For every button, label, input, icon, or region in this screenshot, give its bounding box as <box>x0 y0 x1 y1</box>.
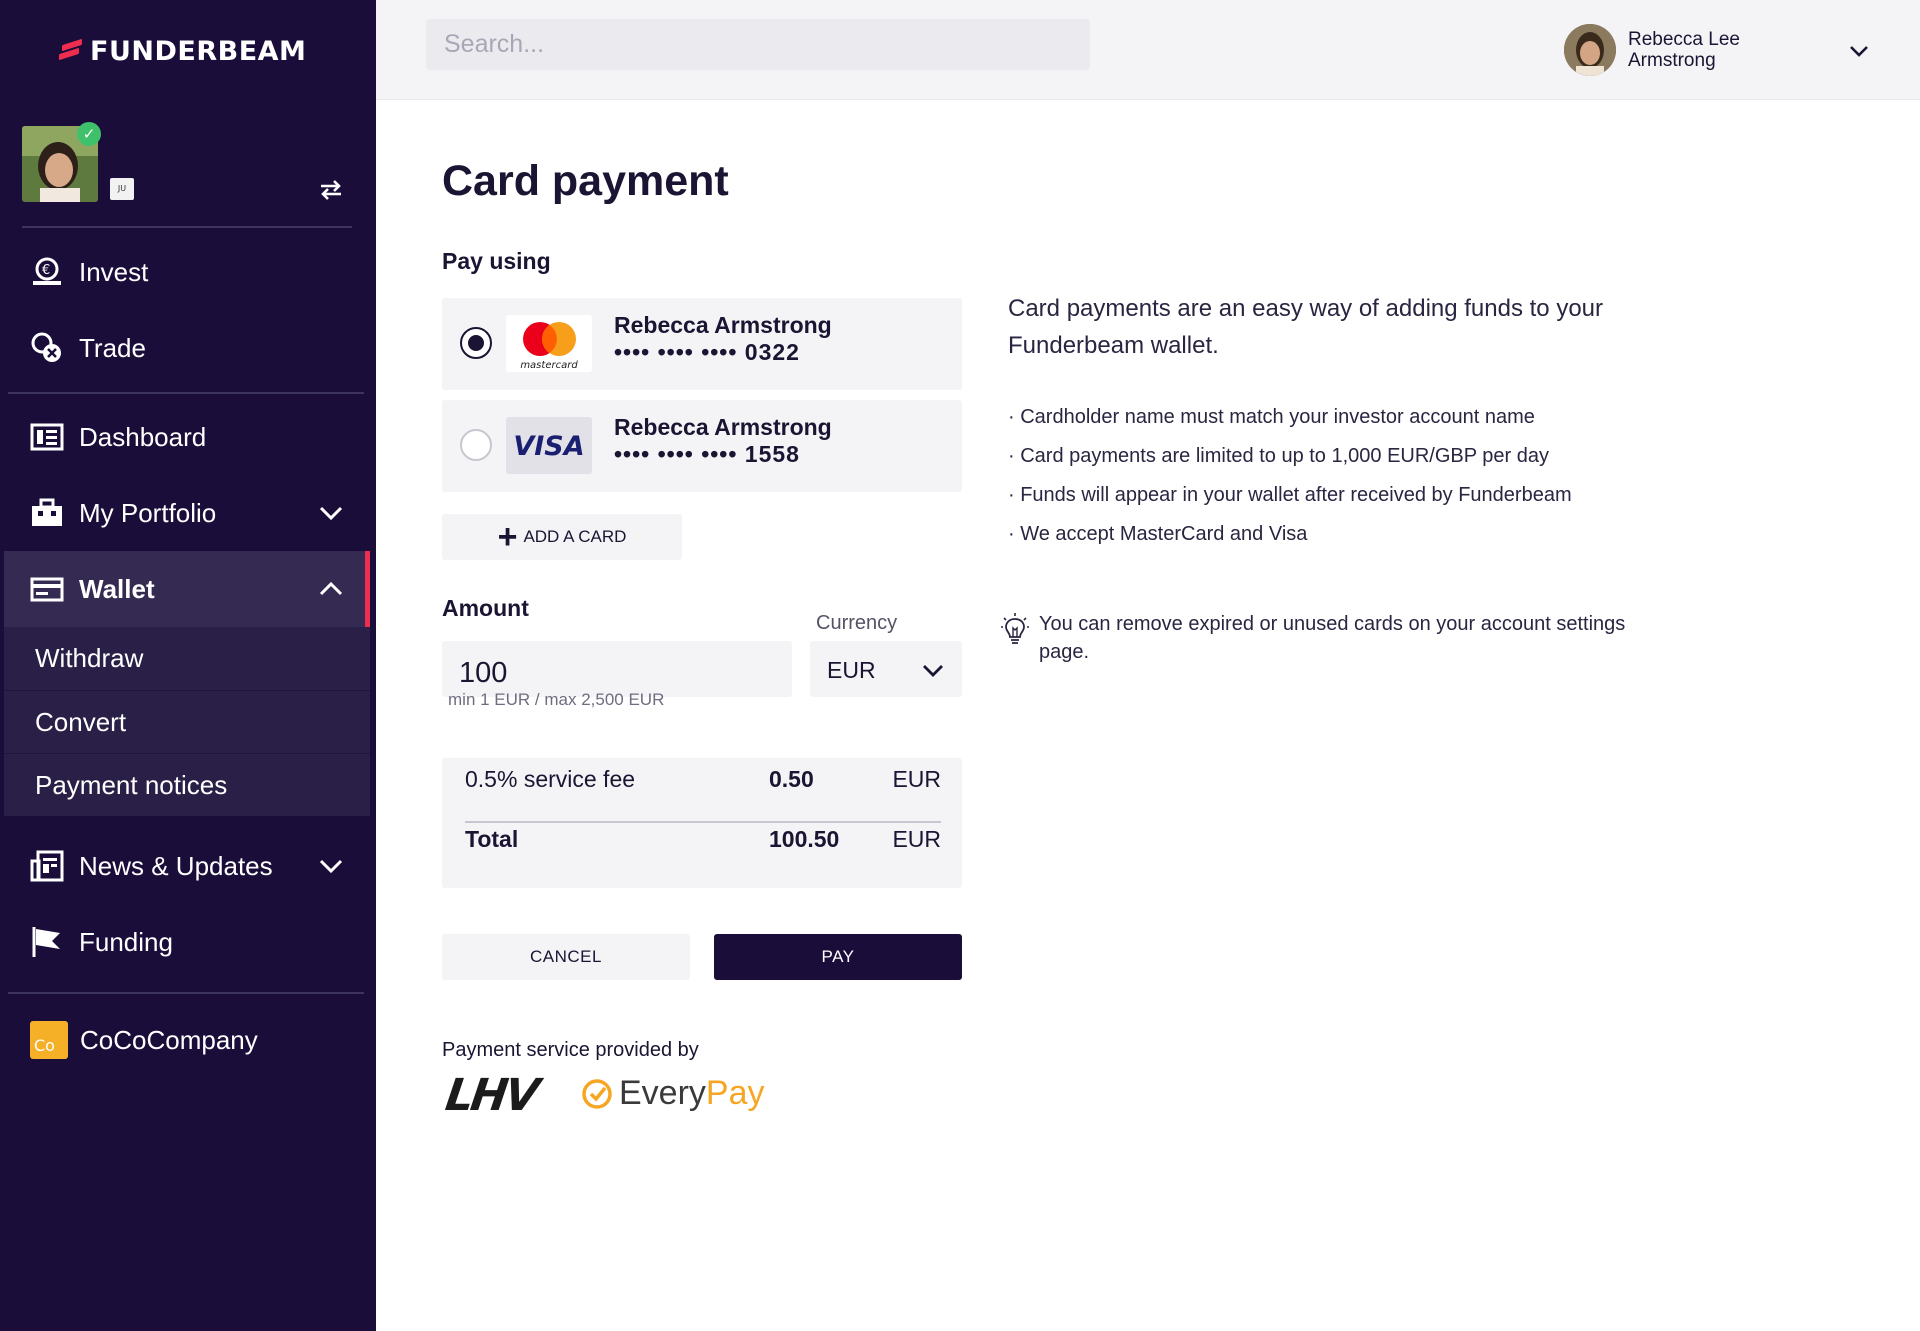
info-panel: Card payments are an easy way of adding … <box>1008 290 1708 554</box>
currency-label: Currency <box>816 612 898 634</box>
wallet-submenu: Withdraw Convert Payment notices <box>4 627 370 816</box>
card-radio-selected[interactable] <box>460 327 492 359</box>
wallet-icon <box>30 577 64 602</box>
dashboard-icon <box>30 423 64 451</box>
profile-badge: JU <box>110 178 134 200</box>
sidebar-item-label: Funding <box>79 926 173 957</box>
user-menu[interactable]: Rebecca Lee Armstrong <box>1564 24 1884 78</box>
fee-value: 0.50 <box>769 766 814 792</box>
sidebar-item-invest[interactable]: € Invest <box>0 234 376 310</box>
news-icon <box>30 850 64 882</box>
flag-icon <box>32 927 60 957</box>
card-option-mastercard[interactable]: mastercard Rebecca Armstrong •••• •••• •… <box>442 298 962 390</box>
total-label: Total <box>465 826 519 852</box>
chevron-down-icon <box>319 506 343 521</box>
lightbulb-icon <box>1001 613 1029 644</box>
visa-icon: VISA <box>506 417 592 474</box>
sidebar-item-label: Trade <box>79 332 146 363</box>
amount-label: Amount <box>442 595 529 621</box>
currency-value: EUR <box>827 657 876 683</box>
total-currency: EUR <box>892 826 941 852</box>
company-name: CoCoCompany <box>80 1024 258 1055</box>
add-card-button[interactable]: + ADD A CARD <box>442 514 682 560</box>
info-intro: Card payments are an easy way of adding … <box>1008 295 1604 359</box>
trade-icon <box>31 332 61 362</box>
submenu-item-convert[interactable]: Convert <box>4 690 370 753</box>
profile-section: ✓ JU <box>22 122 352 228</box>
main-content: Card payment Pay using mastercard Rebecc… <box>376 100 1920 1331</box>
sidebar-item-label: Invest <box>79 256 149 287</box>
amount-hint: min 1 EUR / max 2,500 EUR <box>448 690 665 709</box>
verified-check-icon: ✓ <box>77 122 101 146</box>
info-bullets: Cardholder name must match your investor… <box>1008 398 1708 554</box>
cancel-button[interactable]: CANCEL <box>442 934 690 980</box>
card-radio[interactable] <box>460 429 492 461</box>
everypay-logo: EveryPay <box>581 1074 765 1113</box>
total-value: 100.50 <box>769 826 840 852</box>
info-bullet: Funds will appear in your wallet after r… <box>1008 476 1708 515</box>
sidebar-item-dashboard[interactable]: Dashboard <box>0 399 376 475</box>
pay-button[interactable]: PAY <box>714 934 962 980</box>
everypay-check-icon <box>582 1078 612 1109</box>
fee-label: 0.5% service fee <box>465 766 636 792</box>
info-bullet: Card payments are limited to up to 1,000… <box>1008 437 1708 476</box>
briefcase-icon <box>32 498 62 526</box>
funderbeam-logo[interactable]: FUNDERBEAM <box>59 36 307 67</box>
sidebar-divider <box>8 392 364 394</box>
pay-using-label: Pay using <box>442 248 551 274</box>
svg-text:mastercard: mastercard <box>520 360 578 371</box>
fee-summary: 0.5% service fee 0.50 EUR Total 100.50 E… <box>442 758 962 888</box>
everypay-every: Every <box>619 1074 706 1112</box>
card-number: •••• •••• •••• 1558 <box>614 441 800 467</box>
submenu-item-payment-notices[interactable]: Payment notices <box>4 753 370 816</box>
company-logo: Co <box>30 1021 68 1059</box>
card-option-visa[interactable]: VISA Rebecca Armstrong •••• •••• •••• 15… <box>442 400 962 492</box>
mastercard-icon: mastercard <box>506 315 592 372</box>
user-name: Rebecca Lee Armstrong <box>1628 29 1740 71</box>
sidebar-item-wallet-label[interactable]: Wallet <box>0 551 376 627</box>
sidebar-item-news-updates[interactable]: News & Updates <box>0 828 376 904</box>
invest-icon: € <box>33 257 61 285</box>
service-fee-row: 0.5% service fee 0.50 EUR <box>465 758 941 798</box>
add-card-label: ADD A CARD <box>523 527 627 546</box>
currency-select[interactable]: EUR <box>810 641 962 697</box>
chevron-down-icon <box>319 859 343 874</box>
switch-account-icon[interactable] <box>318 178 344 202</box>
provider-text: Payment service provided by <box>442 1039 699 1061</box>
info-bullet: Cardholder name must match your investor… <box>1008 398 1708 437</box>
chevron-down-icon <box>923 665 943 677</box>
info-bullet: We accept MasterCard and Visa <box>1008 515 1708 554</box>
sidebar-item-label: Wallet <box>79 573 155 604</box>
amount-input[interactable] <box>442 641 792 697</box>
sidebar-divider <box>8 992 364 994</box>
card-number: •••• •••• •••• 0322 <box>614 339 800 365</box>
card-holder: Rebecca Armstrong <box>614 414 832 440</box>
lhv-logo: LHV <box>442 1070 540 1121</box>
svg-text:VISA: VISA <box>513 431 584 462</box>
sidebar-item-label: My Portfolio <box>79 497 217 528</box>
submenu-item-withdraw[interactable]: Withdraw <box>4 627 370 690</box>
sidebar-item-my-portfolio[interactable]: My Portfolio <box>0 475 376 551</box>
sidebar: FUNDERBEAM ✓ JU € Invest Trade Dashboard… <box>0 0 376 1331</box>
chevron-up-icon <box>319 581 343 596</box>
top-bar: Rebecca Lee Armstrong <box>376 0 1920 100</box>
card-holder: Rebecca Armstrong <box>614 312 832 338</box>
svg-text:€: € <box>42 263 50 278</box>
sidebar-item-funding[interactable]: Funding <box>0 904 376 980</box>
user-avatar <box>1564 24 1616 76</box>
brand-name: FUNDERBEAM <box>90 36 307 67</box>
tip-text: You can remove expired or unused cards o… <box>1039 613 1626 663</box>
sidebar-item-trade[interactable]: Trade <box>0 310 376 386</box>
sidebar-item-label: Dashboard <box>79 421 207 452</box>
search-input[interactable] <box>426 19 1090 70</box>
fee-currency: EUR <box>892 766 941 792</box>
plus-icon: + <box>497 518 518 556</box>
funderbeam-logo-icon <box>59 38 82 64</box>
everypay-pay: Pay <box>705 1074 765 1112</box>
total-row: Total 100.50 EUR <box>465 818 941 858</box>
chevron-down-icon <box>1850 46 1868 57</box>
page-title: Card payment <box>442 157 729 205</box>
sidebar-item-label: News & Updates <box>79 850 273 881</box>
